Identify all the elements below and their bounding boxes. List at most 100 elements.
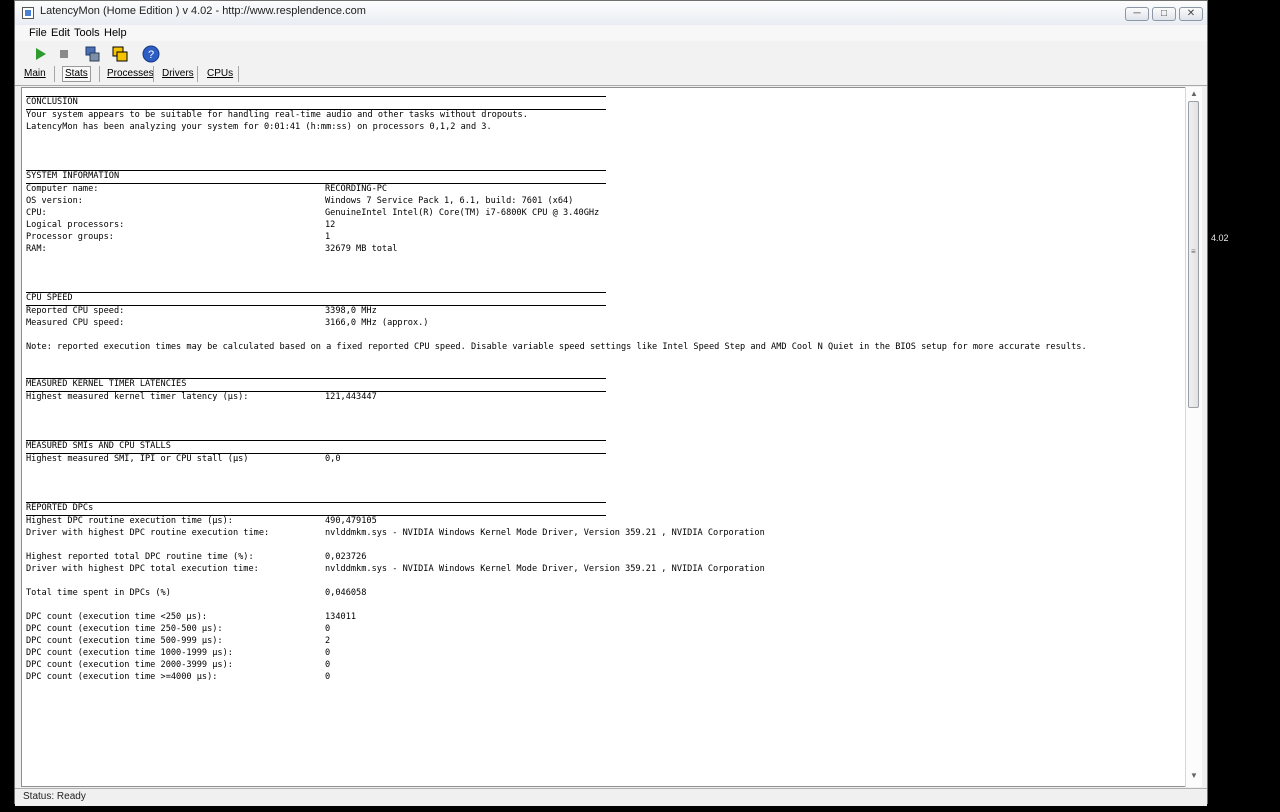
- row-value: 0: [325, 624, 331, 634]
- row-label: Reported CPU speed:: [26, 306, 125, 316]
- menu-file[interactable]: File: [29, 27, 47, 39]
- report-text: CONCLUSION Your system appears to be sui…: [26, 96, 1184, 786]
- background-version-text: 4.02: [1211, 233, 1229, 243]
- row-label: DPC count (execution time 250-500 µs):: [26, 624, 223, 634]
- stats-report-panel[interactable]: CONCLUSION Your system appears to be sui…: [21, 87, 1187, 787]
- smi-heading: MEASURED SMIs AND CPU STALLS: [26, 441, 171, 451]
- scroll-thumb[interactable]: ≡: [1188, 101, 1199, 408]
- status-bar: Status: Ready: [15, 788, 1207, 806]
- row-value: 1: [325, 232, 331, 242]
- conclusion-heading: CONCLUSION: [26, 97, 78, 107]
- status-text: Status: Ready: [23, 791, 86, 802]
- report-row: Driver with highest DPC routine executio…: [26, 528, 1184, 540]
- row-value: 2: [325, 636, 331, 646]
- menu-tools[interactable]: Tools: [74, 27, 100, 39]
- help-icon[interactable]: ?: [142, 45, 160, 63]
- row-label: Logical processors:: [26, 220, 125, 230]
- report-row: DPC count (execution time >=4000 µs): 0: [26, 672, 1184, 684]
- row-label: Total time spent in DPCs (%): [26, 588, 171, 598]
- report-row: DPC count (execution time <250 µs): 13401…: [26, 612, 1184, 624]
- report-row: Reported CPU speed: 3398,0 MHz: [26, 306, 1184, 318]
- row-label: DPC count (execution time <250 µs):: [26, 612, 208, 622]
- tab-bar: Main Stats Processes Drivers CPUs: [15, 65, 1207, 86]
- tab-divider: [238, 66, 239, 82]
- maximize-button[interactable]: □: [1152, 7, 1176, 21]
- row-label: DPC count (execution time 500-999 µs):: [26, 636, 223, 646]
- app-icon: [22, 7, 34, 19]
- scroll-up-arrow-icon[interactable]: ▲: [1190, 89, 1198, 98]
- cpu-speed-heading: CPU SPEED: [26, 293, 73, 303]
- report-row: Highest reported total DPC routine time …: [26, 552, 1184, 564]
- menu-help[interactable]: Help: [104, 27, 127, 39]
- row-label: Highest DPC routine execution time (µs):: [26, 516, 233, 526]
- row-value: 3166,0 MHz (approx.): [325, 318, 429, 328]
- row-label: Driver with highest DPC routine executio…: [26, 528, 270, 538]
- tab-divider: [153, 66, 154, 82]
- menu-bar: File Edit Tools Help: [15, 25, 1207, 41]
- stop-icon[interactable]: [55, 45, 73, 63]
- row-value: Windows 7 Service Pack 1, 6.1, build: 76…: [325, 196, 574, 206]
- tab-divider: [54, 66, 55, 82]
- scroll-down-arrow-icon[interactable]: ▼: [1190, 771, 1198, 780]
- row-value: 0: [325, 672, 331, 682]
- row-label: Measured CPU speed:: [26, 318, 125, 328]
- windows-icon[interactable]: [111, 45, 129, 63]
- tab-processes[interactable]: Processes: [107, 68, 154, 79]
- title-bar: LatencyMon (Home Edition ) v 4.02 - http…: [15, 1, 1207, 26]
- toolbar: ?: [15, 41, 1207, 65]
- latencymon-window: LatencyMon (Home Edition ) v 4.02 - http…: [14, 0, 1208, 806]
- row-value: 0,023726: [325, 552, 367, 562]
- tab-main[interactable]: Main: [24, 68, 46, 79]
- report-row: RAM: 32679 MB total: [26, 244, 1184, 256]
- row-label: Driver with highest DPC total execution …: [26, 564, 259, 574]
- report-row: Logical processors: 12: [26, 220, 1184, 232]
- row-value: GenuineIntel Intel(R) Core(TM) i7-6800K …: [325, 208, 600, 218]
- row-value: 121,443447: [325, 392, 377, 402]
- row-value: 490,479105: [325, 516, 377, 526]
- row-value: 0: [325, 648, 331, 658]
- row-label: Processor groups:: [26, 232, 114, 242]
- row-value: 0,046058: [325, 588, 367, 598]
- row-value: 0,0: [325, 454, 341, 464]
- row-value: 3398,0 MHz: [325, 306, 377, 316]
- tab-stats[interactable]: Stats: [62, 66, 91, 82]
- close-button[interactable]: ✕: [1179, 7, 1203, 21]
- dpcs-heading: REPORTED DPCs: [26, 503, 94, 513]
- row-value: 134011: [325, 612, 357, 622]
- row-label: OS version:: [26, 196, 83, 206]
- row-label: DPC count (execution time 1000-1999 µs):: [26, 648, 233, 658]
- row-value: nvlddmkm.sys - NVIDIA Windows Kernel Mod…: [325, 528, 765, 538]
- row-label: RAM:: [26, 244, 47, 254]
- network-monitor-icon[interactable]: [83, 45, 101, 63]
- report-row: Highest DPC routine execution time (µs):…: [26, 516, 1184, 528]
- menu-edit[interactable]: Edit: [51, 27, 70, 39]
- cpu-speed-note: Note: reported execution times may be ca…: [26, 342, 1087, 352]
- window-title: LatencyMon (Home Edition ) v 4.02 - http…: [40, 5, 366, 17]
- row-value: 32679 MB total: [325, 244, 398, 254]
- play-icon[interactable]: [31, 45, 49, 63]
- report-row: OS version: Windows 7 Service Pack 1, 6.1…: [26, 196, 1184, 208]
- report-row: DPC count (execution time 1000-1999 µs):…: [26, 648, 1184, 660]
- report-row: Computer name: RECORDING-PC: [26, 184, 1184, 196]
- row-value: 12: [325, 220, 336, 230]
- report-row: Driver with highest DPC total execution …: [26, 564, 1184, 576]
- report-row: DPC count (execution time 2000-3999 µs):…: [26, 660, 1184, 672]
- vertical-scrollbar[interactable]: ▲ ≡ ▼: [1185, 87, 1202, 787]
- grip-icon: ≡: [1191, 247, 1196, 256]
- row-value: nvlddmkm.sys - NVIDIA Windows Kernel Mod…: [325, 564, 765, 574]
- row-label: DPC count (execution time >=4000 µs):: [26, 672, 218, 682]
- row-label: Computer name:: [26, 184, 99, 194]
- kernel-timer-heading: MEASURED KERNEL TIMER LATENCIES: [26, 379, 187, 389]
- report-row: DPC count (execution time 500-999 µs): 2: [26, 636, 1184, 648]
- report-row: Highest measured kernel timer latency (µ…: [26, 392, 1184, 404]
- row-label: DPC count (execution time 2000-3999 µs):: [26, 660, 233, 670]
- tab-drivers[interactable]: Drivers: [162, 68, 194, 79]
- report-row: DPC count (execution time 250-500 µs): 0: [26, 624, 1184, 636]
- system-info-heading: SYSTEM INFORMATION: [26, 171, 120, 181]
- minimize-button[interactable]: ─: [1125, 7, 1149, 21]
- report-row: Processor groups: 1: [26, 232, 1184, 244]
- tab-cpus[interactable]: CPUs: [207, 68, 233, 79]
- report-row: Highest measured SMI, IPI or CPU stall (…: [26, 454, 1184, 466]
- tab-divider: [197, 66, 198, 82]
- row-value: RECORDING-PC: [325, 184, 388, 194]
